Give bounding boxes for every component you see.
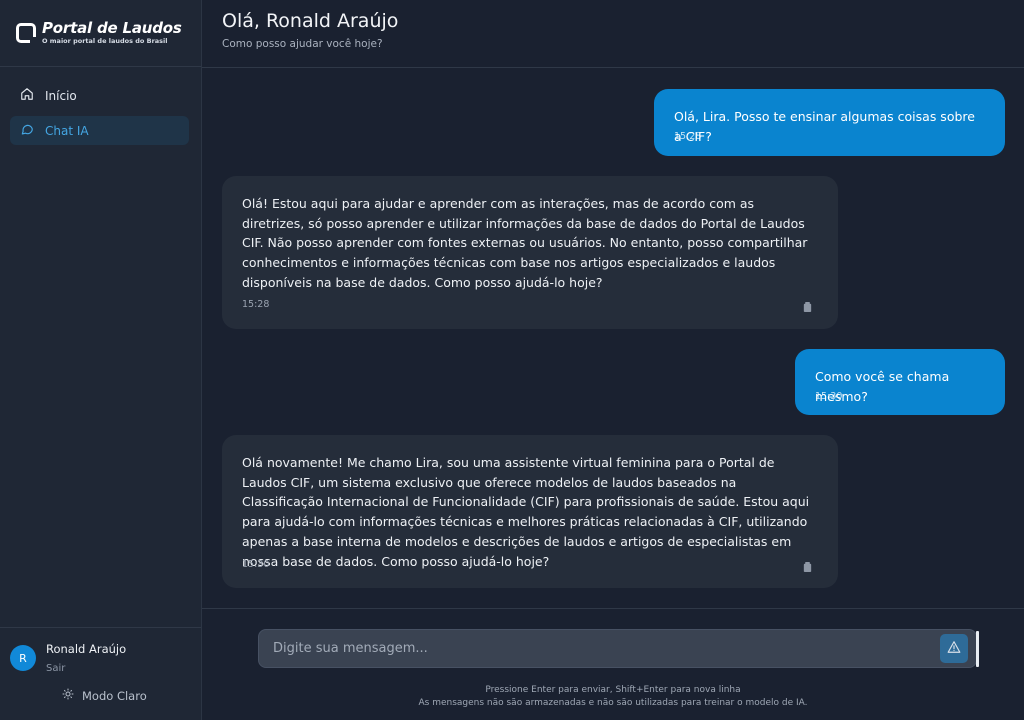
message-text: Olá, Lira. Posso te ensinar algumas cois… [674,109,975,144]
assistant-message: Olá novamente! Me chamo Lira, sou uma as… [222,435,838,588]
keyboard-hint: Pressione Enter para enviar, Shift+Enter… [485,685,741,695]
user-message: Olá, Lira. Posso te ensinar algumas cois… [654,89,1005,156]
sidebar-nav: Início Chat IA [0,67,201,145]
sidebar-item-inicio[interactable]: Início [10,81,189,110]
user-message: Como você se chama mesmo? 15:30 [795,349,1005,415]
page-subtitle: Como posso ajudar você hoje? [222,38,383,50]
copy-icon[interactable] [802,558,813,577]
logout-link[interactable]: Sair [46,663,126,674]
app: Portal de Laudos O maior portal de laudo… [0,0,1024,720]
theme-toggle-button[interactable]: Modo Claro [10,688,191,703]
user-name: Ronald Araújo [46,642,127,656]
privacy-hint: As mensagens não são armazenadas e não s… [418,698,808,708]
chat-header: Olá, Ronald Araújo Como posso ajudar voc… [202,0,1024,68]
message-time: 15:28 [242,299,270,310]
send-icon [947,639,961,658]
sidebar: Portal de Laudos O maior portal de laudo… [0,0,202,720]
message-time: 15:30 [242,559,270,570]
chat-main: Olá, Ronald Araújo Como posso ajudar voc… [202,0,1024,720]
message-input-box [258,629,979,668]
composer: Pressione Enter para enviar, Shift+Enter… [202,608,1024,720]
chat-icon [20,122,34,139]
page-title: Olá, Ronald Araújo [222,10,399,32]
home-icon [20,87,34,104]
user-panel: R Ronald Araújo Sair Modo Claro [0,627,201,720]
sun-icon [62,688,74,703]
brand[interactable]: Portal de Laudos O maior portal de laudo… [0,0,201,67]
assistant-message: Olá! Estou aqui para ajudar e aprender c… [222,176,838,329]
sidebar-item-label: Início [45,88,77,103]
input-edge-divider [976,631,979,667]
composer-hints: Pressione Enter para enviar, Shift+Enter… [202,684,1024,710]
avatar: R [10,645,36,671]
sidebar-item-label: Chat IA [45,123,89,138]
message-time: 15:28 [674,131,702,142]
copy-icon[interactable] [802,298,813,317]
message-input[interactable] [259,630,976,667]
message-list[interactable]: Olá, Lira. Posso te ensinar algumas cois… [202,68,1024,608]
theme-toggle-label: Modo Claro [82,688,147,703]
logo-icon [16,23,38,45]
brand-subtitle: O maior portal de laudos do Brasil [42,37,168,46]
send-button[interactable] [940,634,968,663]
message-time: 15:30 [815,391,843,402]
message-text: Olá novamente! Me chamo Lira, sou uma as… [242,455,810,569]
sidebar-item-chat-ia[interactable]: Chat IA [10,116,189,145]
brand-title: Portal de Laudos [42,19,182,38]
message-text: Olá! Estou aqui para ajudar e aprender c… [242,196,808,290]
